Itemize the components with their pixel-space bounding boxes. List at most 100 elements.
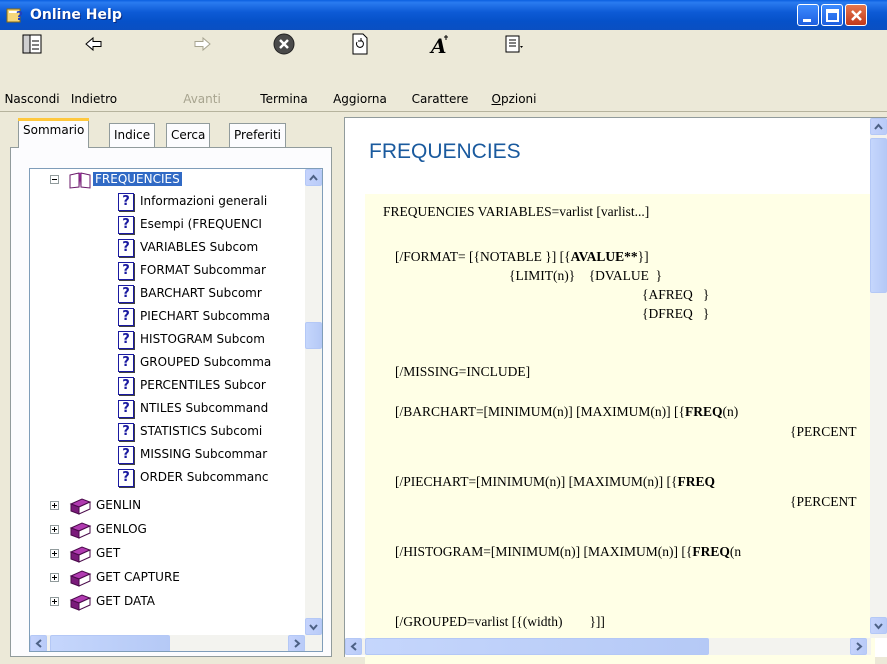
expand-icon[interactable]: [50, 549, 59, 558]
tree-book[interactable]: GENLOG: [30, 519, 300, 541]
tree-book[interactable]: GENLIN: [30, 495, 300, 517]
closed-book-icon: [69, 522, 92, 539]
hide-button[interactable]: Nascondi: [0, 30, 64, 112]
tree-topic[interactable]: ? Esempi (FREQUENCI: [30, 214, 300, 236]
hide-pane-icon: [22, 34, 42, 54]
tree-topic-label: HISTOGRAM Subcom: [140, 332, 265, 346]
tree-topic[interactable]: ? ORDER Subcommanc: [30, 467, 300, 489]
content-vertical-scrollbar[interactable]: [870, 118, 887, 638]
tree-topic[interactable]: ? Informazioni generali: [30, 191, 300, 213]
minimize-icon: [803, 19, 811, 22]
tab-contents-label: Sommario: [23, 123, 85, 137]
tree-book[interactable]: GET DATA: [30, 591, 300, 613]
font-icon: A: [429, 34, 448, 56]
syntax-piechart-text: [/PIECHART=[MINIMUM(n)] [MAXIMUM(n)] [{: [395, 474, 678, 489]
tree-topic-label: FORMAT Subcommar: [140, 263, 266, 277]
tree-vertical-scrollbar[interactable]: [305, 169, 322, 635]
collapse-icon[interactable]: [50, 175, 59, 184]
tree-topic[interactable]: ? PIECHART Subcomma: [30, 306, 300, 328]
tab-index[interactable]: Indice: [109, 123, 156, 147]
expand-icon[interactable]: [50, 525, 59, 534]
tree-topic-label: NTILES Subcommand: [140, 401, 269, 415]
tab-contents[interactable]: Sommario: [18, 118, 90, 148]
expand-icon[interactable]: [50, 501, 59, 510]
tree-topic[interactable]: ? STATISTICS Subcomi: [30, 421, 300, 443]
content-scroll-up-button[interactable]: [870, 118, 887, 135]
tree-book-label: GENLOG: [96, 522, 147, 536]
help-topic-icon: ?: [118, 354, 134, 372]
help-topic-icon: ?: [118, 262, 134, 280]
tree-book-label: GET: [96, 546, 121, 560]
help-topic-icon: ?: [118, 469, 134, 487]
scroll-down-button[interactable]: [305, 618, 322, 635]
tree-topic-label: MISSING Subcommar: [140, 447, 268, 461]
content-scroll-right-button[interactable]: [850, 638, 867, 655]
options-icon: [505, 35, 523, 53]
stop-button[interactable]: Termina: [252, 30, 316, 112]
back-button[interactable]: Indietro: [64, 30, 124, 112]
help-topic-icon: ?: [118, 308, 134, 326]
title-bar[interactable]: ? Online Help: [0, 0, 887, 30]
maximize-button[interactable]: [821, 4, 843, 26]
help-topic-icon: ?: [118, 193, 134, 211]
tree-topic[interactable]: ? NTILES Subcommand: [30, 398, 300, 420]
refresh-button[interactable]: Aggiorna: [328, 30, 392, 112]
tree-book[interactable]: GET CAPTURE: [30, 567, 300, 589]
tree-topic-label: PIECHART Subcomma: [140, 309, 271, 323]
contents-tree[interactable]: FREQUENCIES ? Informazioni generali? Esemp…: [29, 168, 323, 652]
close-icon: [851, 10, 862, 21]
svg-text:A: A: [429, 34, 447, 56]
syntax-line-barchart-2: {PERCENT: [790, 424, 857, 439]
tree-topic[interactable]: ? GROUPED Subcomma: [30, 352, 300, 374]
tree-topic[interactable]: ? VARIABLES Subcom: [30, 237, 300, 259]
syntax-barchart-text: [/BARCHART=[MINIMUM(n)] [MAXIMUM(n)] [{: [395, 404, 686, 419]
syntax-format-close: }]: [637, 249, 649, 264]
tree-book[interactable]: GET: [30, 543, 300, 565]
help-topic-icon: ?: [118, 285, 134, 303]
font-button[interactable]: A Carattere: [402, 30, 478, 112]
help-topic-icon: ?: [118, 423, 134, 441]
chevron-right-icon: [856, 642, 863, 651]
tree-book-frequencies[interactable]: FREQUENCIES: [30, 169, 300, 191]
scroll-left-button[interactable]: [30, 635, 47, 651]
closed-book-icon: [69, 570, 92, 587]
tree-topic-label: ORDER Subcommanc: [140, 470, 269, 484]
syntax-format-text: [/FORMAT= [{NOTABLE }] [{: [395, 249, 571, 264]
tree-topic-label: Esempi (FREQUENCI: [140, 217, 262, 231]
tree-topic-label: GROUPED Subcomma: [140, 355, 272, 369]
maximize-icon: [826, 9, 839, 22]
scroll-thumb[interactable]: [305, 322, 322, 349]
tab-favorites[interactable]: Preferiti: [229, 123, 286, 147]
forward-button[interactable]: Avanti: [178, 30, 226, 112]
content-scroll-left-button[interactable]: [345, 638, 362, 655]
tab-search[interactable]: Cerca: [166, 123, 211, 147]
tree-topic[interactable]: ? FORMAT Subcommar: [30, 260, 300, 282]
options-button[interactable]: Opzioni: [484, 30, 544, 112]
content-horizontal-scrollbar[interactable]: [345, 638, 871, 655]
close-button[interactable]: [845, 4, 867, 26]
scroll-right-button[interactable]: [288, 635, 305, 651]
chevron-up-icon: [309, 174, 318, 181]
tree-topic-label: STATISTICS Subcomi: [140, 424, 263, 438]
tree-topic[interactable]: ? HISTOGRAM Subcom: [30, 329, 300, 351]
navigation-pane: Sommario Indice Cerca Preferiti FREQUENC…: [10, 117, 332, 657]
expand-icon[interactable]: [50, 597, 59, 606]
content-hscroll-thumb[interactable]: [365, 638, 709, 655]
closed-book-icon: [69, 546, 92, 563]
tree-topic[interactable]: ? MISSING Subcommar: [30, 444, 300, 466]
expand-icon[interactable]: [50, 573, 59, 582]
font-label: Carattere: [411, 92, 469, 106]
content-scroll-down-button[interactable]: [870, 617, 887, 634]
tree-topic[interactable]: ? BARCHART Subcomr: [30, 283, 300, 305]
content-pane: FREQUENCIES FREQUENCIES VARIABLES=varlis…: [344, 117, 887, 664]
tree-book-label: GET CAPTURE: [96, 570, 180, 584]
hscroll-thumb[interactable]: [50, 635, 170, 651]
tree-book-label: GET DATA: [96, 594, 155, 608]
tree-topic[interactable]: ? PERCENTILES Subcor: [30, 375, 300, 397]
help-topic-icon: ?: [118, 239, 134, 257]
content-scroll-thumb[interactable]: [870, 138, 887, 293]
syntax-block: FREQUENCIES VARIABLES=varlist [varlist..…: [365, 194, 875, 664]
minimize-button[interactable]: [797, 4, 819, 26]
scroll-up-button[interactable]: [305, 169, 322, 186]
tree-horizontal-scrollbar[interactable]: [30, 635, 322, 651]
